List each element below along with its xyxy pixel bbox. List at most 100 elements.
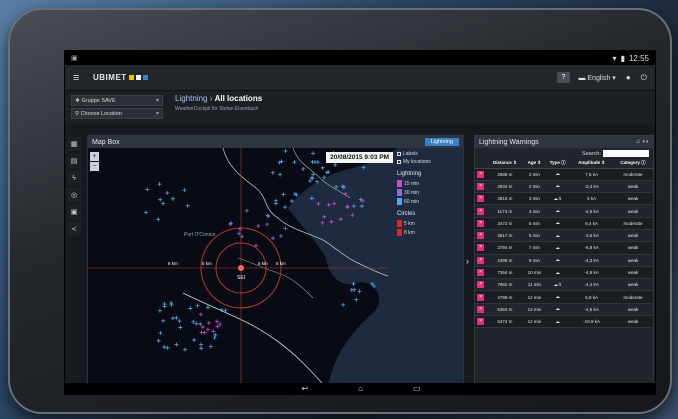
dismiss-icon[interactable]: ×	[477, 244, 485, 252]
help-button[interactable]: ?	[556, 72, 571, 83]
table-row[interactable]: × 5363 m 12 min ☁ -4,6 kA weak	[475, 303, 653, 317]
dismiss-icon[interactable]: ×	[477, 269, 485, 277]
layer-toggle-locations[interactable]: My locations	[397, 159, 459, 165]
zoom-controls: + −	[90, 152, 99, 172]
table-row[interactable]: × 1173 m4 min ☁ -4,6 kA weak	[475, 204, 653, 218]
column-header-category[interactable]: Category ⓘ	[612, 159, 653, 169]
age-cell: 7 min	[523, 241, 546, 255]
dismiss-cell: ×	[475, 266, 487, 280]
amplitude-cell: -5,8 kA	[570, 241, 613, 255]
search-input[interactable]	[603, 150, 649, 157]
dismiss-cell: ×	[475, 303, 487, 317]
language-select[interactable]: ▬ English ▾	[578, 74, 615, 82]
group-select[interactable]: ❖ Gruppe SAVE ▾	[71, 95, 163, 106]
amplitude-cell: -4,4 kA	[570, 278, 613, 292]
warnings-search: Search:	[475, 148, 653, 159]
amplitude-cell: -4,8 kA	[570, 266, 613, 280]
lightning-toggle-button[interactable]: Lightning	[424, 138, 459, 146]
circle-label-8km-left: 8 km	[168, 261, 178, 266]
location-select[interactable]: ⚲ Choose Location ▾	[71, 108, 163, 119]
table-row[interactable]: × 5474 m 12 min ☁ -10,9 kA weak	[475, 315, 653, 329]
dismiss-cell: ×	[475, 290, 487, 304]
dismiss-icon[interactable]: ×	[477, 293, 485, 301]
logo-square-blue	[142, 75, 148, 80]
dismiss-icon[interactable]: ×	[477, 256, 485, 264]
calendar-icon[interactable]: ▣	[67, 205, 81, 219]
table-row[interactable]: × 2834 m2 min ☁ -3,4 kA weak	[475, 180, 653, 194]
dismiss-icon[interactable]: ×	[477, 170, 485, 178]
age-cell: 5 min	[523, 217, 546, 230]
home-icon[interactable]: ⌂	[358, 384, 363, 393]
dismiss-icon[interactable]: ×	[477, 182, 485, 190]
distance-cell: 2834 m	[486, 180, 524, 194]
logo-text: UBIMET	[93, 73, 127, 82]
age-cell: 9 min	[523, 254, 546, 267]
column-header-distance[interactable]: Distance ⇕	[486, 159, 524, 169]
warnings-table: Distance ⇕ Age ⇕ Type ⓘ Amplitude ⇕ Cate…	[475, 159, 653, 329]
chart-icon[interactable]: ▤	[67, 154, 81, 168]
zoom-in-button[interactable]: +	[90, 152, 99, 161]
cloud-ground-lightning-icon: ☁↯	[553, 195, 562, 201]
target-icon[interactable]: ◎	[67, 188, 81, 202]
distance-cell: 3472 m	[486, 217, 524, 230]
dismiss-icon[interactable]: ×	[477, 232, 485, 240]
recents-icon[interactable]: ▭	[413, 384, 421, 393]
hamburger-icon[interactable]: ≡	[73, 72, 87, 84]
amplitude-cell: -3,6 kA	[570, 229, 613, 243]
table-row[interactable]: × 4789 m 12 min ☁ 5,8 kA moderate	[475, 290, 653, 304]
status-time: 12:55	[628, 53, 649, 63]
cloud-lightning-icon: ☁	[555, 318, 560, 324]
share-icon[interactable]: ≺	[67, 222, 81, 236]
dismiss-icon[interactable]: ×	[477, 207, 485, 215]
table-row[interactable]: × 2498 m9 min ☁ -4,3 kA weak	[475, 254, 653, 267]
table-row[interactable]: × 3794 m7 min ☁ -5,8 kA weak	[475, 241, 653, 255]
column-header-type[interactable]: Type ⓘ	[545, 159, 571, 169]
layer-toggle-labels[interactable]: Labels	[397, 151, 459, 157]
chevron-down-icon: ▾	[155, 111, 159, 117]
column-header-age[interactable]: Age ⇕	[523, 159, 546, 169]
legend-swatch	[397, 220, 402, 227]
table-row[interactable]: × 7364 m 10 min ☁ -4,8 kA weak	[475, 266, 653, 280]
legend-item-15min: 15 min	[397, 180, 459, 187]
back-icon[interactable]: ↩	[301, 384, 308, 393]
cloud-lightning-icon: ☁	[555, 171, 560, 177]
dismiss-icon[interactable]: ×	[477, 219, 485, 227]
type-cell: ☁↯	[545, 192, 571, 206]
category-cell: weak	[612, 278, 653, 292]
dismiss-icon[interactable]: ×	[477, 305, 485, 313]
table-row[interactable]: × 7962 m 11 min ☁↯ -4,4 kA weak	[475, 278, 653, 292]
sound-icon[interactable]: ♫ ◖◗	[636, 139, 649, 145]
distance-cell: 2498 m	[486, 254, 524, 267]
layer-label: Labels	[403, 151, 418, 157]
breadcrumb-parent[interactable]: Lightning ›	[175, 94, 212, 103]
distance-cell: 7364 m	[486, 266, 524, 280]
column-header-amplitude[interactable]: Amplitude ⇕	[570, 159, 613, 169]
zoom-out-button[interactable]: −	[90, 162, 99, 171]
legend-swatch	[397, 189, 402, 196]
legend-item-60min: 60 min	[397, 198, 459, 205]
legend-item-30min: 30 min	[397, 189, 459, 196]
dismiss-cell: ×	[475, 278, 487, 292]
power-icon[interactable]: ⏻	[641, 73, 647, 83]
legend-label: 30 min	[404, 189, 420, 196]
table-row[interactable]: × 4818 m3 min ☁↯ 5 kA weak	[475, 192, 653, 206]
circle-label-5km-right: 5 km	[258, 261, 268, 266]
app-toolbar: ≡ UBIMET ? ▬ English ▾ ● ⏻	[65, 65, 655, 91]
type-cell: ☁	[545, 229, 571, 243]
dismiss-icon[interactable]: ×	[477, 318, 485, 326]
user-icon[interactable]: ●	[626, 73, 631, 82]
distance-cell: 1173 m	[486, 204, 524, 218]
table-row[interactable]: × 3472 m5 min ☁ 6,4 kA moderate	[475, 217, 653, 230]
lightning-icon[interactable]: ϟ	[67, 171, 81, 185]
amplitude-cell: -4,6 kA	[570, 204, 613, 218]
dismiss-icon[interactable]: ×	[477, 281, 485, 289]
dismiss-icon[interactable]: ×	[477, 195, 485, 203]
legend-swatch	[397, 229, 402, 236]
distance-cell: 3517 m	[486, 229, 524, 243]
table-row[interactable]: × 3517 m5 min ☁ -3,6 kA weak	[475, 229, 653, 243]
map-timestamp: 20/08/2015 9:03 PM	[326, 152, 393, 163]
grid-icon[interactable]: ▦	[67, 137, 81, 151]
table-row[interactable]: × 2888 m2 min ☁ 7,6 kA moderate	[475, 168, 653, 181]
distance-cell: 4818 m	[486, 192, 524, 206]
chevron-right-icon[interactable]: ›	[466, 256, 469, 266]
